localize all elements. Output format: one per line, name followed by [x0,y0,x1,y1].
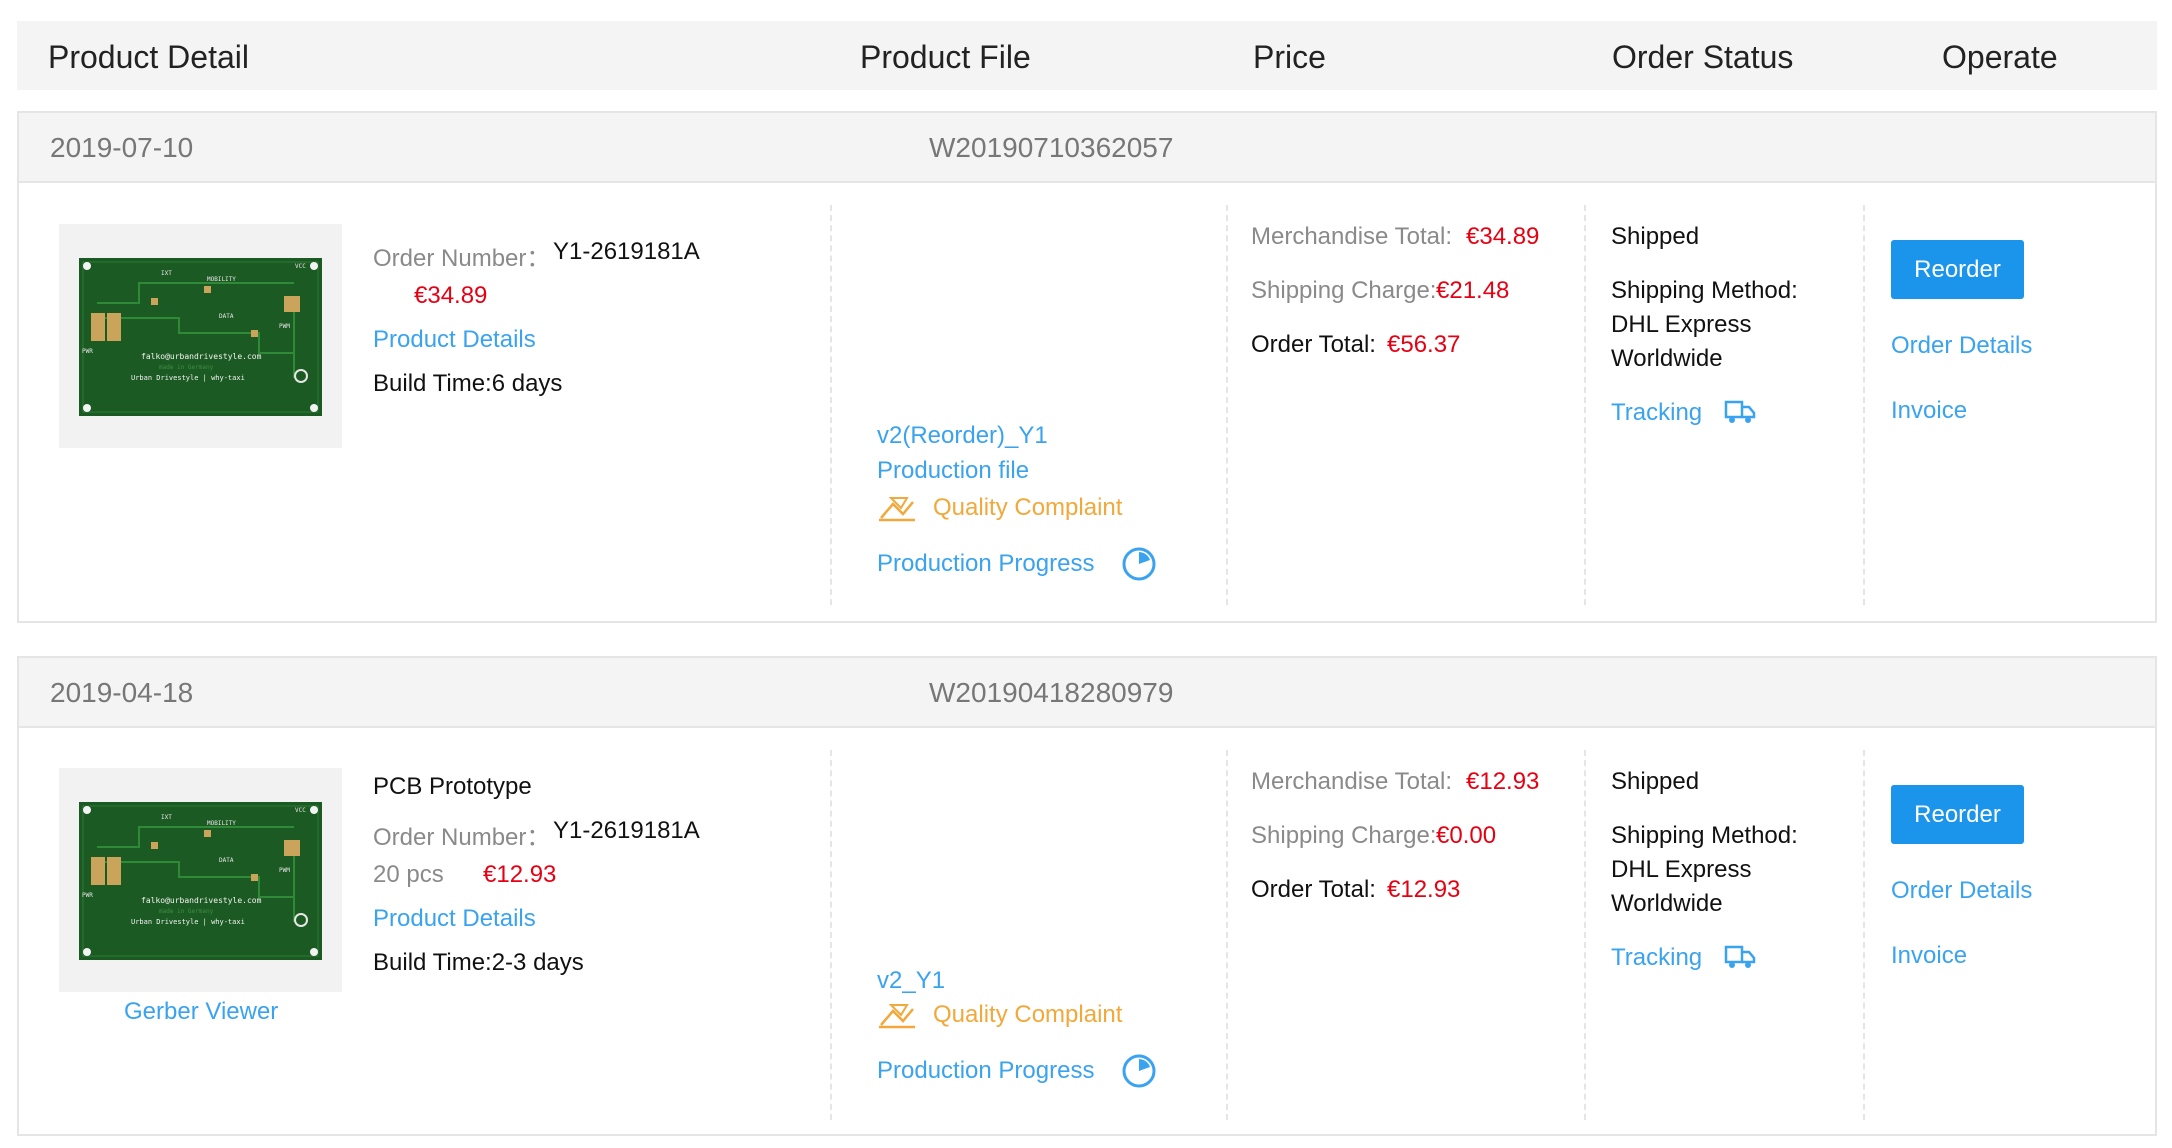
order-total-value: €12.93 [1387,876,1461,903]
svg-text:IXT: IXT [161,814,172,821]
pcb-board-image: IXT MOBILITY DATA VCC PWR PWM falko@urba… [79,258,322,416]
column-divider [1863,750,1865,1120]
merchandise-total-value: €34.89 [1466,223,1540,250]
quantity: 20 pcs [373,861,444,888]
merchandise-total-label: Merchandise Total: [1251,768,1452,795]
header-operate: Operate [1942,39,2058,75]
product-details-link[interactable]: Product Details [373,905,536,933]
column-divider [1226,205,1228,605]
shipping-method-service: Worldwide [1611,345,1723,372]
shipping-charge-label: Shipping Charge: [1251,277,1437,304]
header-order-status: Order Status [1612,39,1794,75]
svg-text:IXT: IXT [161,270,172,277]
order-total-label: Order Total: [1251,331,1376,358]
pcb-board-image: IXT MOBILITY DATA VCC PWR PWM falko@urba… [79,802,322,960]
svg-text:MOBILITY: MOBILITY [207,820,236,827]
column-divider [1863,205,1865,605]
pcb-thumbnail[interactable]: IXT MOBILITY DATA VCC PWR PWM falko@urba… [59,768,342,992]
pcb-thumbnail[interactable]: IXT MOBILITY DATA VCC PWR PWM falko@urba… [59,224,342,448]
svg-text:VCC: VCC [295,263,306,270]
product-file-name[interactable]: v2(Reorder)_Y1 [877,422,1048,450]
order-number-value: Y1-2619181A [553,238,700,265]
quality-complaint-link[interactable]: Quality Complaint [933,494,1122,522]
production-progress-link[interactable]: Production Progress [877,1057,1094,1085]
column-divider [1584,750,1586,1120]
column-divider [830,205,832,605]
shipping-charge-label: Shipping Charge: [1251,822,1437,849]
unit-price: €12.93 [483,861,557,888]
header-price: Price [1253,39,1326,75]
build-time: Build Time:2-3 days [373,949,584,976]
svg-text:Urban Drivestyle | why-taxi: Urban Drivestyle | why-taxi [131,374,245,382]
column-divider [1584,205,1586,605]
order-number-label: Order Number： [373,245,551,272]
quality-complaint-link[interactable]: Quality Complaint [933,1001,1122,1029]
order-total-label: Order Total: [1251,876,1376,903]
svg-text:PWR: PWR [82,348,93,355]
product-details-link[interactable]: Product Details [373,326,536,354]
invoice-link[interactable]: Invoice [1891,397,1967,425]
header-product-file: Product File [860,39,1031,75]
production-progress-link[interactable]: Production Progress [877,550,1094,578]
gerber-viewer-link[interactable]: Gerber Viewer [124,998,278,1026]
svg-text:falko@urbandrivestyle.com: falko@urbandrivestyle.com [141,352,262,361]
shipping-method-service: Worldwide [1611,890,1723,917]
shipping-charge-value: €21.48 [1436,277,1510,304]
svg-text:DATA: DATA [219,313,234,320]
production-file-link[interactable]: Production file [877,457,1029,485]
invoice-link[interactable]: Invoice [1891,942,1967,970]
order-header: 2019-07-10 W20190710362057 [19,113,2155,183]
shipping-method-label: Shipping Method: [1611,822,1798,849]
order-card: 2019-07-10 W20190710362057 IXT MOBILITY … [17,111,2157,623]
svg-text:MOBILITY: MOBILITY [207,276,236,283]
shipping-method-carrier: DHL Express [1611,311,1752,338]
progress-circle-icon[interactable] [1121,546,1157,582]
order-status: Shipped [1611,768,1700,795]
quality-complaint-icon[interactable] [877,999,917,1031]
shipping-method-carrier: DHL Express [1611,856,1752,883]
order-id: W20190710362057 [929,132,1174,163]
tracking-link[interactable]: Tracking [1611,944,1702,972]
column-divider [1226,750,1228,1120]
table-header: Product Detail Product File Price Order … [17,21,2157,90]
order-details-link[interactable]: Order Details [1891,877,2032,905]
shipping-charge-value: €0.00 [1436,822,1497,849]
product-file-name[interactable]: v2_Y1 [877,967,945,995]
product-name: PCB Prototype [373,773,532,800]
order-total-value: €56.37 [1387,331,1461,358]
merchandise-total-value: €12.93 [1466,768,1540,795]
progress-circle-icon[interactable] [1121,1053,1157,1089]
order-header: 2019-04-18 W20190418280979 [19,658,2155,728]
header-product-detail: Product Detail [48,39,249,75]
merchandise-total-label: Merchandise Total: [1251,223,1452,250]
quality-complaint-icon[interactable] [877,492,917,524]
reorder-button[interactable]: Reorder [1891,785,2024,844]
svg-text:Urban Drivestyle | why-taxi: Urban Drivestyle | why-taxi [131,918,245,926]
build-time: Build Time:6 days [373,370,563,397]
shipping-method-label: Shipping Method: [1611,277,1798,304]
svg-text:falko@urbandrivestyle.com: falko@urbandrivestyle.com [141,896,262,905]
order-status: Shipped [1611,223,1700,250]
order-number-value: Y1-2619181A [553,817,700,844]
tracking-link[interactable]: Tracking [1611,399,1702,427]
column-divider [830,750,832,1120]
order-date: 2019-07-10 [50,132,194,163]
order-date: 2019-04-18 [50,677,194,708]
svg-text:made in Germany: made in Germany [159,908,214,915]
truck-icon[interactable] [1724,943,1756,971]
svg-text:DATA: DATA [219,857,234,864]
svg-text:PWM: PWM [279,323,290,330]
order-details-link[interactable]: Order Details [1891,332,2032,360]
order-card: 2019-04-18 W20190418280979 IXT MOBILITY … [17,656,2157,1136]
reorder-button[interactable]: Reorder [1891,240,2024,299]
order-number-label: Order Number： [373,824,551,851]
svg-text:PWM: PWM [279,867,290,874]
svg-text:PWR: PWR [82,892,93,899]
order-id: W20190418280979 [929,677,1174,708]
truck-icon[interactable] [1724,398,1756,426]
svg-text:VCC: VCC [295,807,306,814]
svg-text:made in Germany: made in Germany [159,364,214,371]
unit-price: €34.89 [414,282,488,309]
